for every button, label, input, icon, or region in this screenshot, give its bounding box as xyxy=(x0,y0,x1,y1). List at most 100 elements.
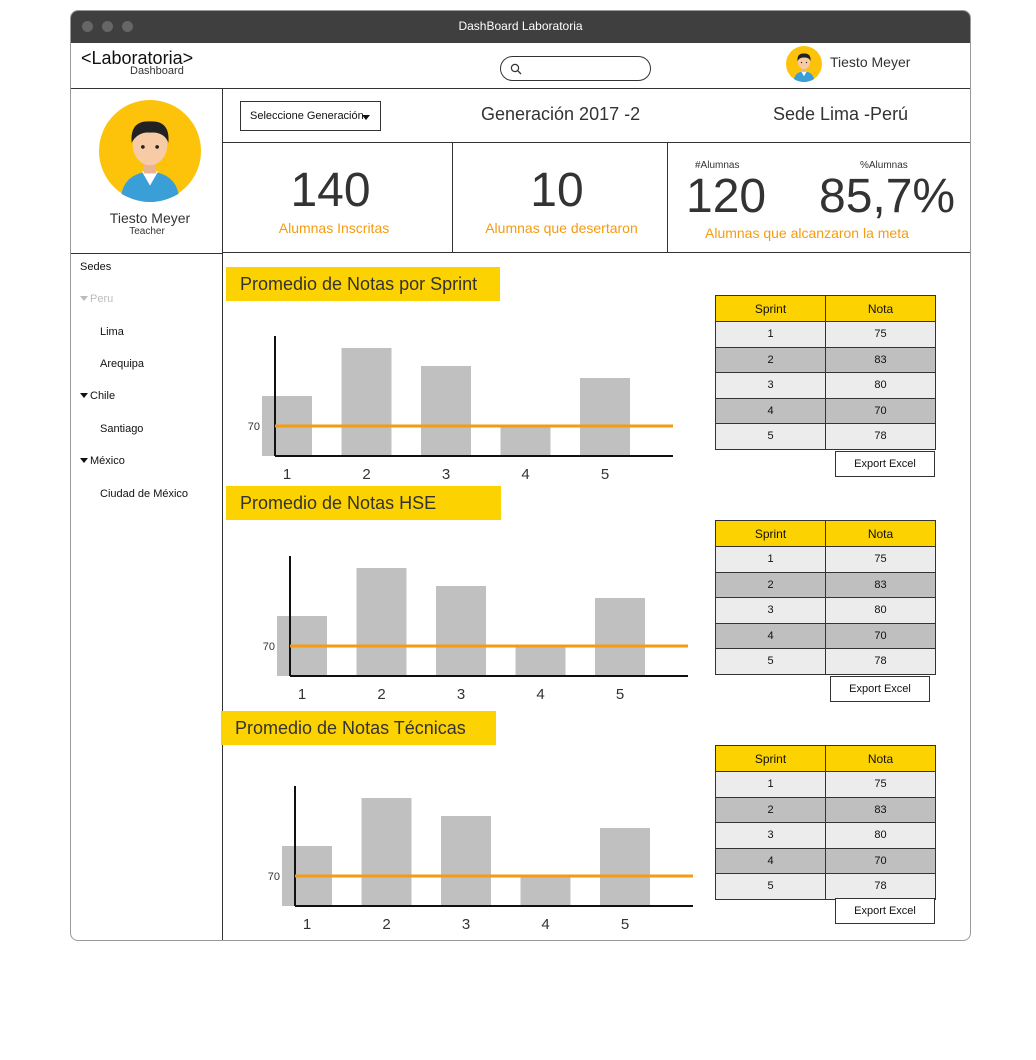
table-cell: 83 xyxy=(825,346,936,373)
table-row: 3 80 xyxy=(715,822,936,849)
tree-item-label: Sedes xyxy=(80,261,112,273)
section-title: Promedio de Notas HSE xyxy=(226,486,501,520)
header-user-name[interactable]: Tiesto Meyer xyxy=(830,54,910,70)
tree-item-ciudad-de-mexico[interactable]: Ciudad de México xyxy=(100,488,188,500)
table-cell: 75 xyxy=(825,771,936,798)
table-row: 2 83 xyxy=(715,346,936,373)
generation-title: Generación 2017 -2 xyxy=(481,104,641,124)
bar-chart-hse: 1 2 3 4 5 70 xyxy=(263,556,688,703)
table-header-row: Sprint Nota xyxy=(715,520,936,547)
table-cell: 2 xyxy=(715,796,826,823)
profile-avatar xyxy=(99,100,201,202)
column-header[interactable]: Sprint xyxy=(715,745,826,772)
search-input[interactable] xyxy=(525,60,643,77)
bar-5 xyxy=(600,828,650,906)
column-header[interactable]: Sprint xyxy=(715,520,826,547)
bar-4 xyxy=(500,426,551,456)
table-row: 2 83 xyxy=(715,571,936,598)
table-cell: 4 xyxy=(715,622,826,649)
table-cell: 3 xyxy=(715,597,826,624)
bar-2 xyxy=(341,348,392,456)
window-title: DashBoard Laboratoria xyxy=(458,19,583,33)
table-row: 1 75 xyxy=(715,321,936,348)
table-cell: 70 xyxy=(825,847,936,874)
percent-value: 85,7% xyxy=(819,170,956,223)
profile-card: Tiesto Meyer Teacher xyxy=(71,89,223,254)
tree-item-chile[interactable]: Chile xyxy=(80,390,115,402)
hse-table: Sprint Nota 1 75 2 83 3 80 4 70 5 78 xyxy=(715,520,936,675)
table-cell: 78 xyxy=(825,873,936,900)
table-header-row: Sprint Nota xyxy=(715,745,936,772)
generation-select-label: Seleccione Generación xyxy=(250,110,364,122)
bar-3 xyxy=(421,366,471,456)
section-title: Promedio de Notas por Sprint xyxy=(226,267,500,301)
tree-item-santiago[interactable]: Santiago xyxy=(100,423,143,435)
avatar[interactable] xyxy=(786,46,822,82)
tree-item-label: México xyxy=(90,455,125,467)
tree-item-label: Arequipa xyxy=(100,358,145,370)
search-box[interactable] xyxy=(500,56,651,81)
x-tick-label: 4 xyxy=(536,686,544,703)
table-cell: 3 xyxy=(715,372,826,399)
x-tick-label: 5 xyxy=(616,686,624,703)
x-tick-label: 2 xyxy=(382,916,390,933)
table-cell: 3 xyxy=(715,822,826,849)
bar-chart-sprint: 1 2 3 4 5 70 xyxy=(248,336,673,483)
column-header[interactable]: Nota xyxy=(825,745,936,772)
tecnicas-table: Sprint Nota 1 75 2 83 3 80 4 70 5 78 xyxy=(715,745,936,900)
table-cell: 5 xyxy=(715,423,826,450)
count-value: 120 xyxy=(686,170,767,223)
profile-name: Tiesto Meyer xyxy=(109,210,191,226)
tree-item-sedes[interactable]: Sedes xyxy=(80,261,111,273)
table-cell: 80 xyxy=(825,372,936,399)
app-window: DashBoard Laboratoria <Laboratoria> Dash… xyxy=(70,10,971,941)
table-row: 3 80 xyxy=(715,372,936,399)
table-cell: 5 xyxy=(715,648,826,675)
tree-item-arequipa[interactable]: Arequipa xyxy=(100,358,144,370)
x-tick-label: 1 xyxy=(283,466,291,483)
tree-item-mexico[interactable]: México xyxy=(80,455,125,467)
reference-line-label: 70 xyxy=(263,641,275,653)
stat-label: Alumnas que alcanzaron la meta xyxy=(705,225,909,241)
export-excel-button[interactable]: Export Excel xyxy=(835,898,935,924)
table-cell: 78 xyxy=(825,423,936,450)
reference-line-label: 70 xyxy=(248,421,260,433)
tree-item-label: Peru xyxy=(90,293,114,305)
table-cell: 70 xyxy=(825,397,936,424)
stats-row: 140 Alumnas Inscritas 10 Alumnas que des… xyxy=(223,143,970,253)
app-header: <Laboratoria> Dashboard Tiesto Meyer xyxy=(71,43,970,89)
bar-2 xyxy=(356,568,407,676)
stat-desertaron: 10 Alumnas que desertaron xyxy=(453,143,668,253)
column-header[interactable]: Sprint xyxy=(715,295,826,322)
caret-down-icon xyxy=(80,296,88,301)
logo-subtitle: Dashboard xyxy=(130,65,184,77)
stat-value: 140 xyxy=(290,164,371,217)
stat-meta: #Alumnas 120 %Alumnas 85,7% Alumnas que … xyxy=(668,143,970,253)
table-row: 4 70 xyxy=(715,622,936,649)
bar-chart-tecnicas: 1 2 3 4 5 70 xyxy=(268,786,693,933)
table-cell: 75 xyxy=(825,546,936,573)
bar-5 xyxy=(595,598,645,676)
x-tick-label: 2 xyxy=(377,686,385,703)
tree-item-peru[interactable]: Peru xyxy=(80,293,113,305)
table-row: 4 70 xyxy=(715,397,936,424)
x-tick-label: 3 xyxy=(457,686,465,703)
x-tick-label: 5 xyxy=(621,916,629,933)
tree-item-lima[interactable]: Lima xyxy=(100,326,124,338)
bar-5 xyxy=(580,378,630,456)
table-row: 5 78 xyxy=(715,873,936,900)
export-excel-button[interactable]: Export Excel xyxy=(835,451,935,477)
bar-2 xyxy=(361,798,412,906)
stat-label: Alumnas que desertaron xyxy=(485,220,638,236)
table-cell: 5 xyxy=(715,873,826,900)
column-header[interactable]: Nota xyxy=(825,520,936,547)
tree-item-label: Lima xyxy=(100,326,124,338)
stat-value: 10 xyxy=(530,164,584,217)
x-tick-label: 3 xyxy=(462,916,470,933)
export-excel-button[interactable]: Export Excel xyxy=(830,676,930,702)
column-header[interactable]: Nota xyxy=(825,295,936,322)
tree-item-label: Chile xyxy=(90,390,116,402)
x-tick-label: 1 xyxy=(303,916,311,933)
x-tick-label: 4 xyxy=(521,466,529,483)
generation-select[interactable]: Seleccione Generación xyxy=(240,101,381,131)
